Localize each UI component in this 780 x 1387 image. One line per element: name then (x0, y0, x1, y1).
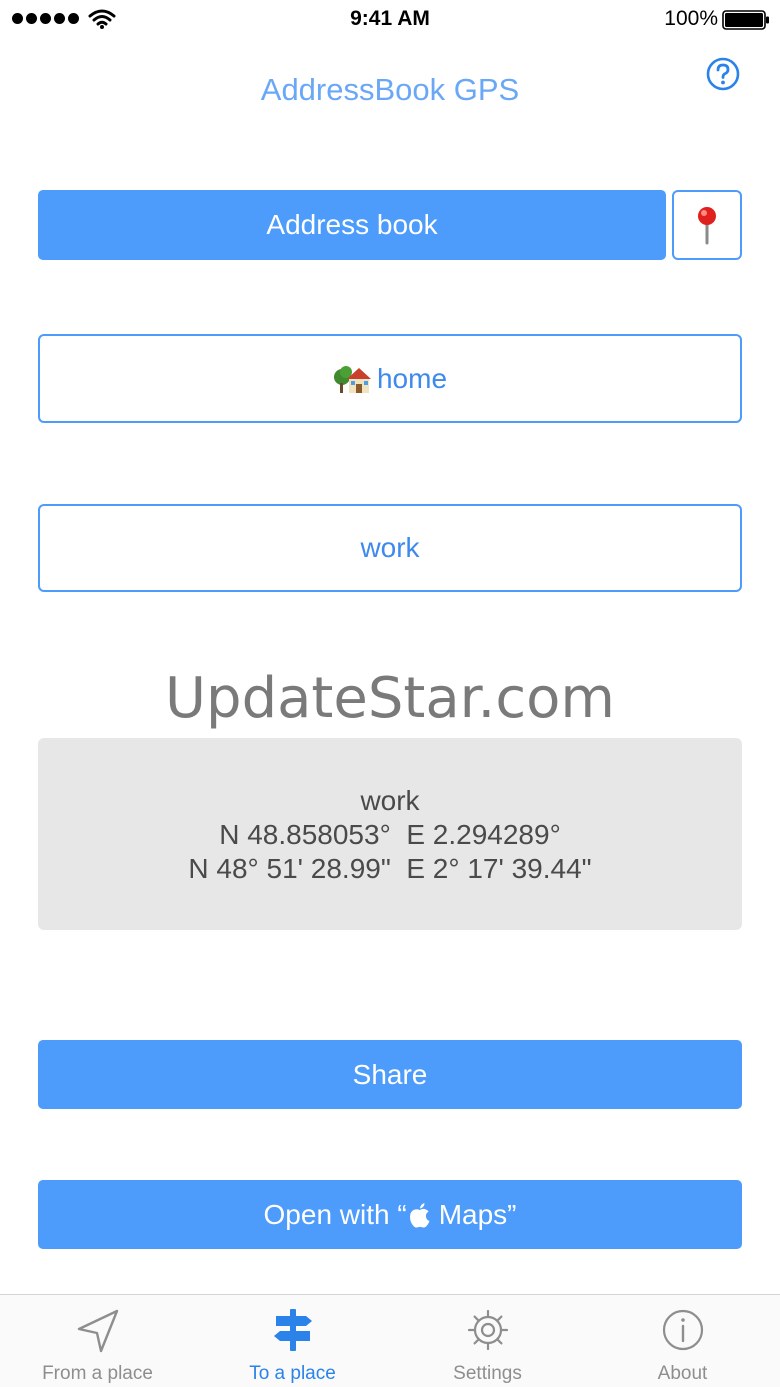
location-info-panel: work N 48.858053° E 2.294289° N 48° 51' … (38, 738, 742, 930)
address-book-button[interactable]: Address book (38, 190, 666, 260)
map-pin-icon (698, 207, 716, 245)
work-location-button[interactable]: work (38, 504, 742, 592)
page-title: AddressBook GPS (260, 72, 520, 107)
home-location-button[interactable]: home (38, 334, 742, 423)
signpost-icon (274, 1309, 312, 1351)
location-decimal-coords: N 48.858053° E 2.294289° (219, 819, 561, 850)
status-bar: 9:41 AM 100% (0, 0, 780, 40)
location-name: work (360, 785, 420, 816)
question-circle-icon[interactable] (706, 57, 740, 91)
gear-icon (467, 1309, 509, 1351)
battery-icon (722, 10, 769, 30)
open-maps-prefix: Open with “ (263, 1198, 407, 1230)
open-maps-suffix: Maps” (438, 1198, 517, 1230)
share-button[interactable]: Share (38, 1040, 742, 1109)
apple-logo-icon (409, 1202, 430, 1228)
tab-label: About (657, 1363, 708, 1384)
status-time: 9:41 AM (350, 7, 430, 30)
battery-percentage: 100% (664, 7, 718, 30)
tab-bar: From a place To a place Settings About (0, 1294, 780, 1387)
tab-label: Settings (453, 1363, 522, 1384)
share-label: Share (352, 1058, 428, 1090)
tab-from-a-place[interactable]: From a place (0, 1295, 195, 1387)
tab-settings[interactable]: Settings (390, 1295, 585, 1387)
work-label: work (360, 532, 420, 563)
open-with-maps-button[interactable]: Open with “ Maps” (38, 1180, 742, 1249)
tab-about[interactable]: About (585, 1295, 780, 1387)
house-icon (333, 365, 371, 393)
home-label: home (376, 362, 448, 394)
info-circle-icon (662, 1309, 704, 1351)
map-pin-button[interactable] (672, 190, 742, 260)
tab-to-a-place[interactable]: To a place (195, 1295, 390, 1387)
tab-label: To a place (249, 1363, 336, 1384)
address-book-label: Address book (266, 209, 438, 240)
location-arrow-icon (77, 1309, 119, 1353)
tab-label: From a place (42, 1363, 153, 1384)
watermark-text: UpdateStar.com (165, 666, 615, 731)
location-dms-coords: N 48° 51' 28.99" E 2° 17' 39.44" (188, 853, 592, 884)
